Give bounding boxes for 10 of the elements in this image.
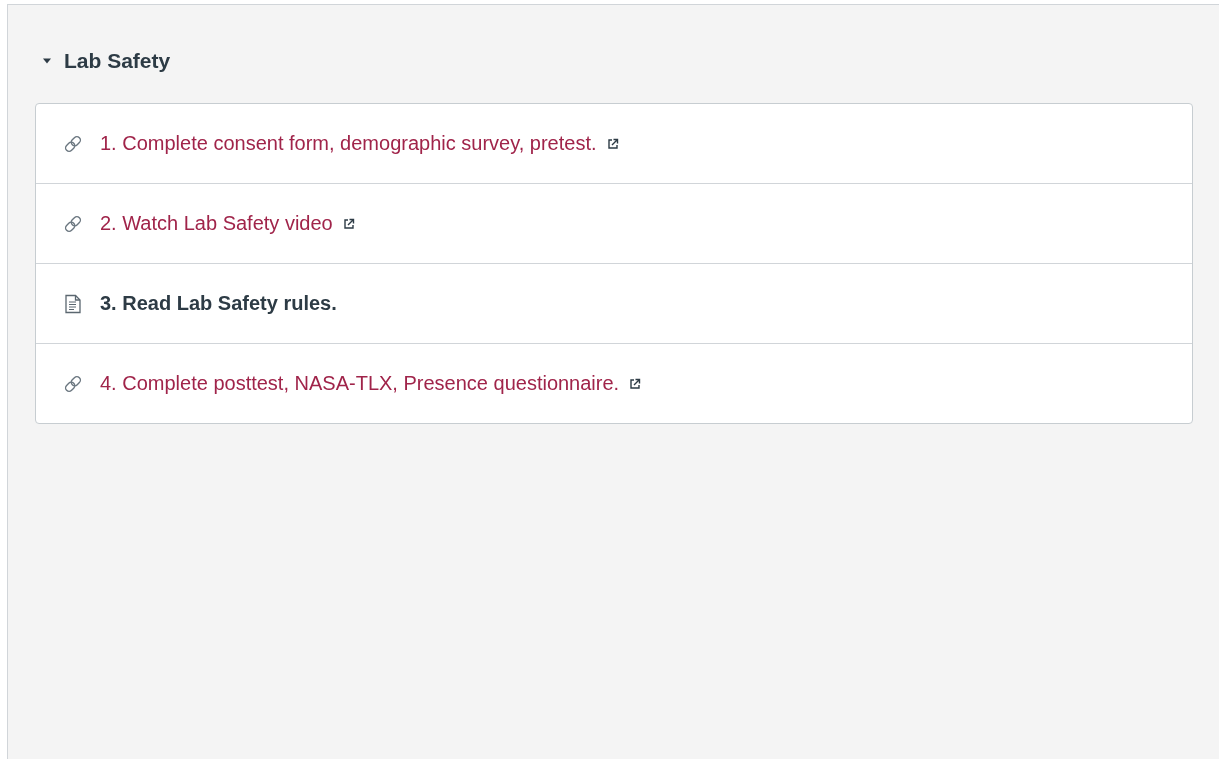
external-link-icon xyxy=(629,377,642,390)
item-link[interactable]: 3. Read Lab Safety rules. xyxy=(100,292,337,315)
module-header[interactable]: Lab Safety xyxy=(42,49,171,73)
item-link[interactable]: 4. Complete posttest, NASA-TLX, Presence questionnaire. xyxy=(100,372,642,395)
caret-icon xyxy=(42,57,52,65)
item-link[interactable]: 1. Complete consent form, demographic survey, pretest. xyxy=(100,132,619,155)
item-link[interactable]: 2. Watch Lab Safety video xyxy=(100,212,355,235)
external-link-icon xyxy=(342,217,355,230)
document-icon xyxy=(64,293,82,314)
external-link-icon xyxy=(606,137,619,150)
